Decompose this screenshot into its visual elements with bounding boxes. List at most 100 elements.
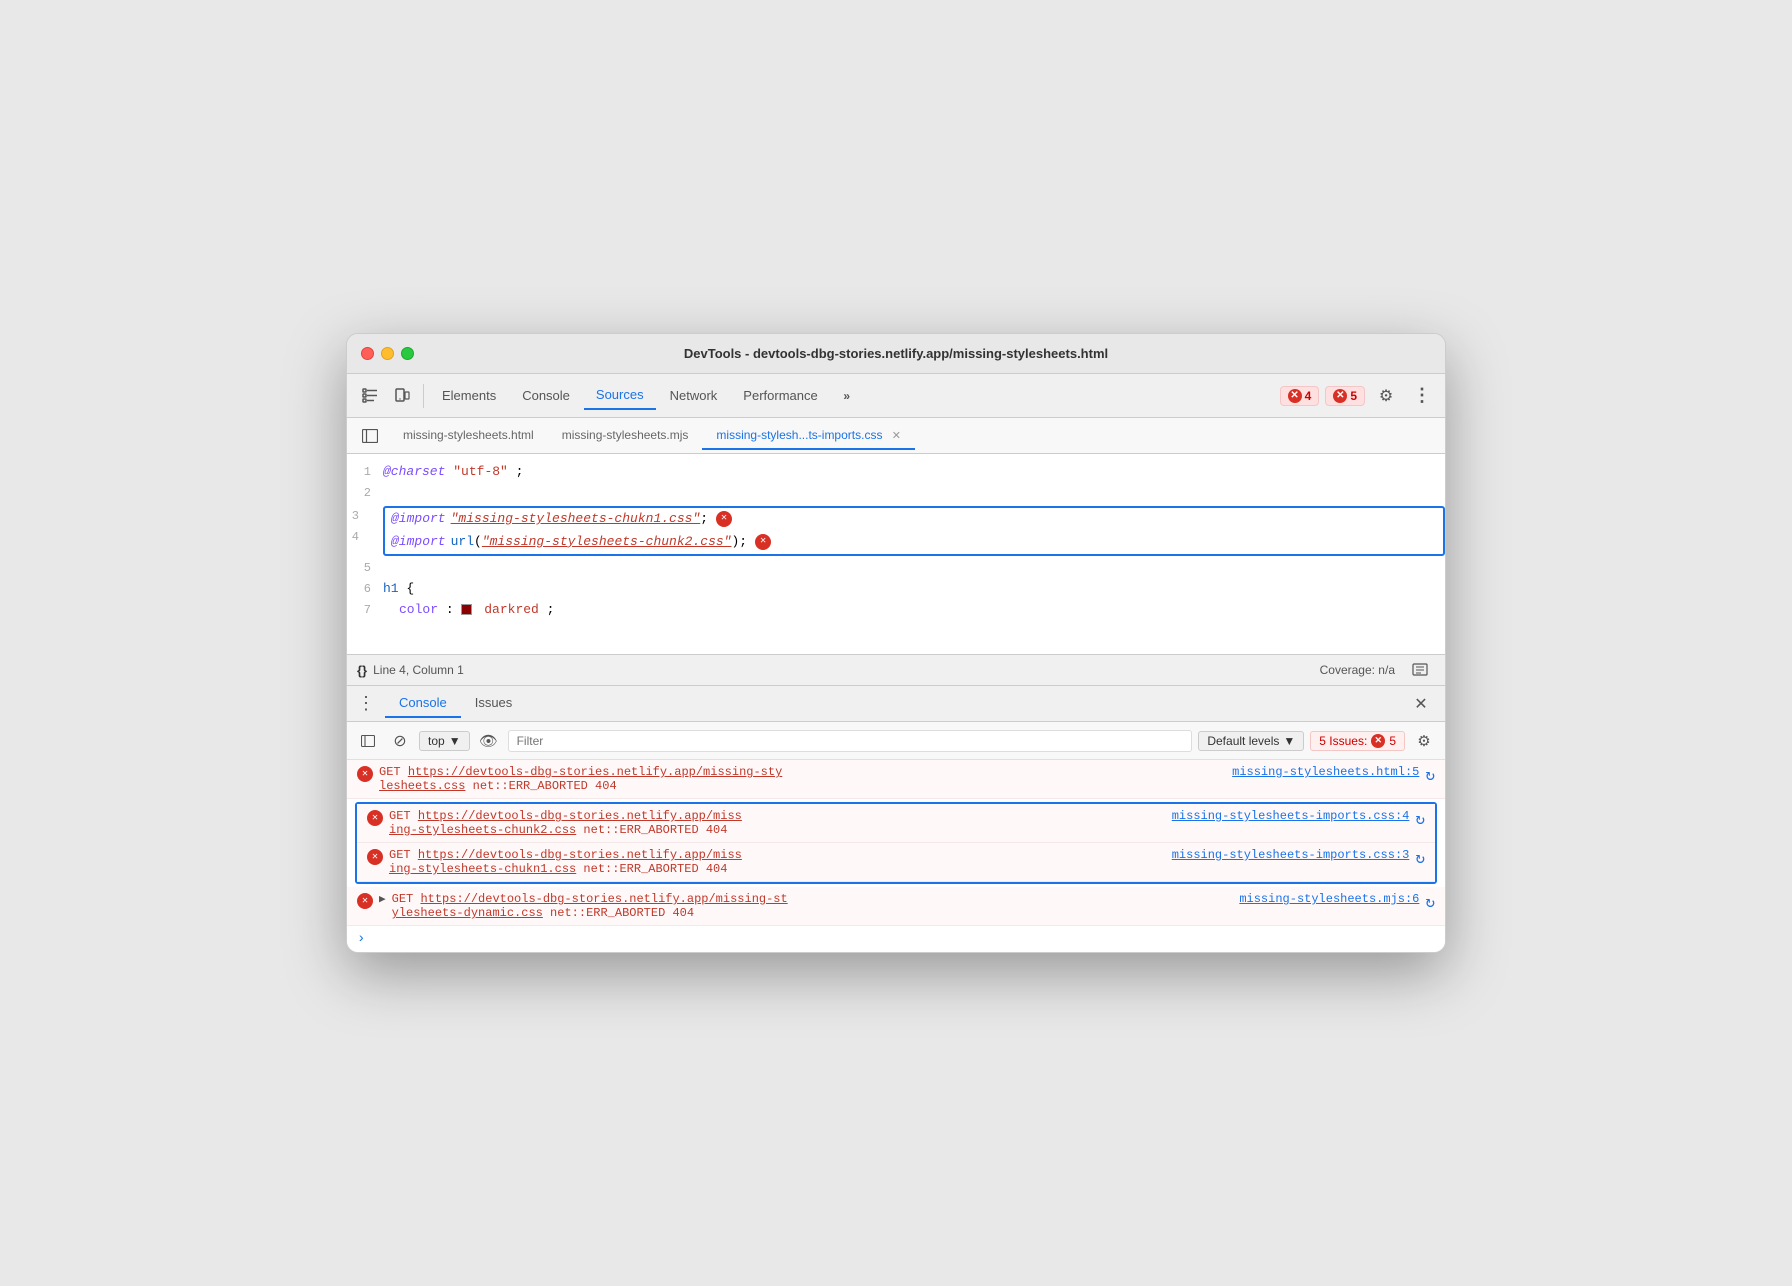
entry-url-2[interactable]: https://devtools-dbg-stories.netlify.app…	[389, 809, 742, 837]
titlebar: DevTools - devtools-dbg-stories.netlify.…	[347, 334, 1445, 374]
customize-button[interactable]: ⋮	[1407, 381, 1437, 411]
import-line-3: @import "missing-stylesheets-chukn1.css"…	[385, 508, 1443, 531]
console-prompt: ›	[347, 926, 1445, 952]
line-num-2: 2	[347, 484, 383, 503]
error-count-2: 5	[1350, 389, 1357, 403]
line-content-1: @charset "utf-8" ;	[383, 462, 1445, 483]
tab-issues-bottom[interactable]: Issues	[461, 689, 527, 718]
status-bar-right: Coverage: n/a	[1320, 655, 1435, 685]
console-settings-button[interactable]: ⚙	[1411, 728, 1437, 754]
expand-triangle-4[interactable]: ▶	[379, 892, 386, 906]
minimize-button[interactable]	[381, 347, 394, 360]
tab-elements[interactable]: Elements	[430, 382, 508, 409]
file-tab-close[interactable]: ✕	[892, 430, 901, 442]
toolbar-separator	[423, 384, 424, 408]
issues-error-icon: ✕	[1371, 734, 1385, 748]
line-num-6: 6	[347, 580, 383, 599]
entry-source-1[interactable]: missing-stylesheets.html:5	[1232, 765, 1419, 779]
code-line-5: 5	[347, 558, 1445, 579]
file-tab-html[interactable]: missing-stylesheets.html	[389, 422, 548, 450]
entry-content-2: GET https://devtools-dbg-stories.netlify…	[389, 809, 1166, 837]
code-line-7: 7 color : darkred ;	[347, 600, 1445, 621]
default-levels-label: Default levels	[1207, 734, 1279, 748]
tab-console-bottom[interactable]: Console	[385, 689, 461, 718]
close-button[interactable]	[361, 347, 374, 360]
entry-source-2[interactable]: missing-stylesheets-imports.css:4	[1172, 809, 1410, 823]
tab-console[interactable]: Console	[510, 382, 582, 409]
file-tab-css-label: missing-stylesh...ts-imports.css	[716, 428, 882, 442]
entry-refresh-4[interactable]: ↻	[1425, 892, 1435, 912]
toolbar-right: ✕ 4 ✕ 5 ⚙ ⋮	[1280, 381, 1437, 411]
line-nums-3-4: 3 4	[347, 506, 383, 556]
entry-refresh-3[interactable]: ↻	[1415, 848, 1425, 868]
line-num-1: 1	[347, 463, 383, 482]
tab-performance[interactable]: Performance	[731, 382, 829, 409]
tab-network[interactable]: Network	[658, 382, 730, 409]
prop-color-kw: color	[399, 602, 438, 617]
devtools-toolbar: Elements Console Sources Network Perform…	[347, 374, 1445, 418]
window-title: DevTools - devtools-dbg-stories.netlify.…	[684, 346, 1108, 361]
status-bar: {} Line 4, Column 1 Coverage: n/a	[347, 654, 1445, 686]
device-toolbar-button[interactable]	[387, 381, 417, 411]
format-icon[interactable]: {}	[357, 663, 367, 678]
entry-refresh-2[interactable]: ↻	[1415, 809, 1425, 829]
coverage-label: Coverage: n/a	[1320, 663, 1395, 677]
inspect-element-button[interactable]	[355, 381, 385, 411]
default-levels-button[interactable]: Default levels ▼	[1198, 731, 1304, 751]
error-indicator-3: ✕	[716, 511, 732, 527]
issues-count-badge[interactable]: 5 Issues: ✕ 5	[1310, 731, 1405, 751]
entry-error-icon-3: ✕	[367, 849, 383, 865]
sidebar-toggle-button[interactable]	[355, 421, 385, 451]
file-tab-html-label: missing-stylesheets.html	[403, 428, 534, 442]
charset-value: "utf-8"	[453, 464, 508, 479]
entry-content-3: GET https://devtools-dbg-stories.netlify…	[389, 848, 1166, 876]
issues-count-label: 5 Issues:	[1319, 734, 1367, 748]
entry-source-4[interactable]: missing-stylesheets.mjs:6	[1239, 892, 1419, 906]
traffic-lights	[361, 347, 414, 360]
entry-refresh-1[interactable]: ↻	[1425, 765, 1435, 785]
line-num-4: 4	[352, 528, 371, 547]
color-value: darkred	[484, 602, 539, 617]
context-dropdown-arrow: ▼	[449, 734, 461, 748]
entry-url-1[interactable]: https://devtools-dbg-stories.netlify.app…	[379, 765, 782, 793]
import-path-4: "missing-stylesheets-chunk2.css"	[482, 532, 732, 553]
more-tabs-button[interactable]: »	[832, 381, 862, 411]
line-content-5	[383, 558, 1445, 579]
line-content-2	[383, 483, 1445, 504]
bottom-panel: ⋮ Console Issues ✕ ⊘ top ▼ 👁 Default lev…	[347, 686, 1445, 952]
sidebar-console-toggle[interactable]	[355, 728, 381, 754]
line-content-6: h1 {	[383, 579, 1445, 600]
bottom-menu-button[interactable]: ⋮	[357, 693, 375, 714]
file-tab-mjs[interactable]: missing-stylesheets.mjs	[548, 422, 703, 450]
close-bottom-panel-button[interactable]: ✕	[1407, 690, 1435, 718]
selector-h1: h1	[383, 581, 399, 596]
error-icon-1: ✕	[1288, 389, 1302, 403]
cursor-position: Line 4, Column 1	[373, 663, 464, 677]
entry-error-icon-1: ✕	[357, 766, 373, 782]
code-editor: 1 @charset "utf-8" ; 2 3	[347, 454, 1445, 654]
filter-input[interactable]	[508, 730, 1193, 752]
coverage-button[interactable]	[1405, 655, 1435, 685]
eye-button[interactable]: 👁	[476, 728, 502, 754]
entry-url-4[interactable]: https://devtools-dbg-stories.netlify.app…	[392, 892, 788, 920]
console-toolbar: ⊘ top ▼ 👁 Default levels ▼ 5 Issues: ✕ 5…	[347, 722, 1445, 760]
error-badge-2[interactable]: ✕ 5	[1325, 386, 1365, 406]
entry-error-icon-2: ✕	[367, 810, 383, 826]
error-indicator-4: ✕	[755, 534, 771, 550]
error-badge-1[interactable]: ✕ 4	[1280, 386, 1320, 406]
file-tab-css[interactable]: missing-stylesh...ts-imports.css ✕	[702, 422, 915, 450]
color-swatch	[461, 604, 472, 615]
entry-source-3[interactable]: missing-stylesheets-imports.css:3	[1172, 848, 1410, 862]
line-num-7: 7	[347, 601, 383, 620]
tab-sources[interactable]: Sources	[584, 381, 656, 410]
import-line-4: @import url ( "missing-stylesheets-chunk…	[385, 531, 1443, 554]
context-selector[interactable]: top ▼	[419, 731, 470, 751]
clear-console-button[interactable]: ⊘	[387, 728, 413, 754]
settings-button[interactable]: ⚙	[1371, 381, 1401, 411]
line-content-7: color : darkred ;	[383, 600, 1445, 621]
entry-url-3[interactable]: https://devtools-dbg-stories.netlify.app…	[389, 848, 742, 876]
code-line-2: 2	[347, 483, 1445, 504]
console-entry-3: ✕ GET https://devtools-dbg-stories.netli…	[357, 843, 1435, 882]
code-line-1: 1 @charset "utf-8" ;	[347, 462, 1445, 483]
maximize-button[interactable]	[401, 347, 414, 360]
